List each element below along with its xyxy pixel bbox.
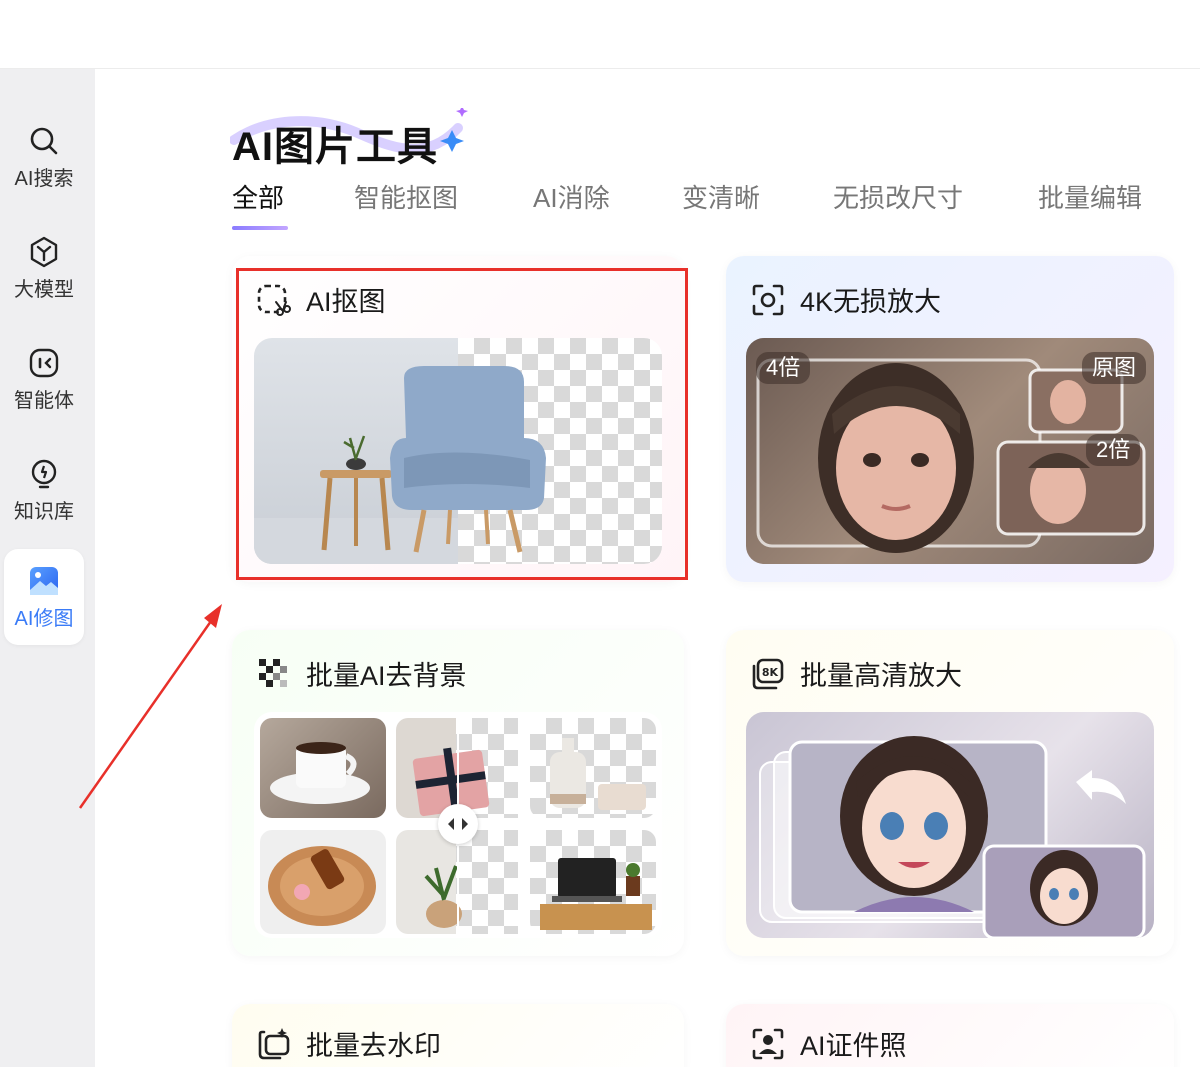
page-title: AI图片工具 [232,125,438,169]
tab-bar: 全部 智能抠图 AI消除 变清晰 无损改尺寸 批量编辑 [232,178,1162,234]
tab-all[interactable]: 全部 [232,178,284,215]
card-title: AI抠图 [306,287,386,317]
page-title-block: AI图片工具 [230,108,490,169]
card-title: AI证件照 [800,1031,907,1061]
upscale-preview-image: 4倍 原图 2倍 [746,338,1154,564]
card-title: 批量高清放大 [800,661,962,691]
sidebar-item-ai-retouch[interactable]: AI修图 [4,549,84,645]
cube-icon [30,236,58,267]
tab-batch-edit[interactable]: 批量编辑 [1038,178,1142,215]
tool-card-batch-remove-bg[interactable]: 批量AI去背景 [232,630,684,956]
bulb-icon [31,459,57,488]
card-title: 批量AI去背景 [306,661,467,691]
svg-text:8K: 8K [762,666,779,679]
id-photo-icon [752,1028,784,1059]
tab-resize[interactable]: 无损改尺寸 [833,178,963,215]
watermark-remove-icon [258,1027,290,1059]
sidebar: AI搜索 大模型 智能体 知识库 AI修图 [0,69,95,1067]
batch-bg-preview-image [254,712,662,938]
left-right-arrows-icon [448,818,468,830]
coffee-cup-illustration [270,742,370,804]
active-tab-indicator [232,226,288,230]
vase-illustration [550,738,646,810]
card-header: AI证件照 [750,1024,907,1063]
card-header: 4K无损放大 [750,280,941,319]
card-title: 批量去水印 [306,1031,441,1061]
card-header: 批量AI去背景 [256,654,467,693]
badge-2x: 2倍 [1086,434,1141,466]
batch-hd-preview-image [746,712,1154,938]
focus-camera-icon [752,284,784,315]
tool-card-batch-watermark[interactable]: 批量去水印 [232,1004,684,1067]
agent-icon [29,348,59,377]
tool-card-4k-upscale[interactable]: 4K无损放大 4倍 原图 2倍 [726,256,1174,582]
search-icon [30,127,58,154]
sidebar-item-label: 知识库 [14,500,74,523]
sidebar-item-label: AI修图 [14,607,74,630]
cutout-scissors-icon [257,284,291,316]
sidebar-item-agents[interactable]: 智能体 [4,331,84,427]
tool-card-id-photo[interactable]: AI证件照 [726,1004,1174,1067]
tab-sharpen[interactable]: 变清晰 [682,178,760,215]
sidebar-item-label: 智能体 [14,389,74,412]
card-header: 8K 批量高清放大 [750,654,962,693]
wood-plate-illustration [268,846,376,926]
tool-card-batch-hd-upscale[interactable]: 8K 批量高清放大 [726,630,1174,956]
checker-grid-icon [259,658,287,687]
sidebar-item-models[interactable]: 大模型 [4,220,84,316]
tab-ai-erase[interactable]: AI消除 [533,178,610,215]
tool-card-ai-cutout[interactable]: AI抠图 [232,256,684,582]
8k-badge-icon: 8K [752,658,784,689]
image-icon [30,566,58,595]
badge-original: 原图 [1082,352,1147,384]
top-bar [0,0,1200,69]
card-header: AI抠图 [256,280,386,319]
tab-smart-cutout[interactable]: 智能抠图 [354,178,458,215]
badge-4x: 4倍 [756,352,811,384]
card-title: 4K无损放大 [800,287,942,317]
card-header: 批量去水印 [256,1024,441,1063]
sidebar-item-label: AI搜索 [14,167,74,190]
laptop-illustration [540,858,652,930]
annotation-arrow [78,604,222,809]
cutout-preview-image [254,338,662,564]
chair-illustration [254,366,546,564]
sidebar-item-ai-search[interactable]: AI搜索 [4,109,84,205]
compare-slider-handle[interactable] [438,804,478,844]
anime-girl-illustration [759,736,1146,938]
sidebar-item-knowledge[interactable]: 知识库 [4,442,84,538]
sidebar-item-label: 大模型 [14,278,74,301]
